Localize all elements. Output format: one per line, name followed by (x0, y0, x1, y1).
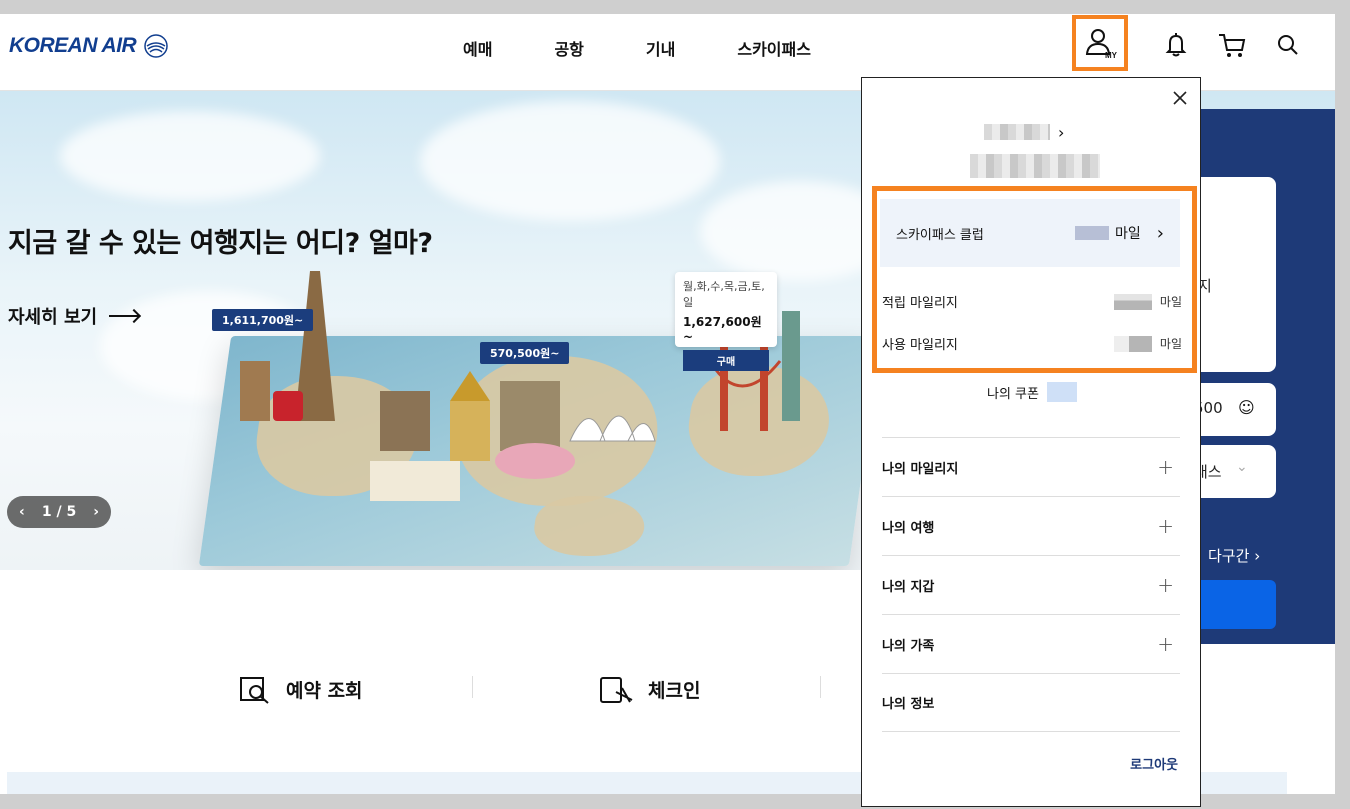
accordion-label: 나의 정보 (882, 697, 935, 712)
my-account-dropdown: › 스카이패스 클럽 마일 › 적립 마일리지 마일 사용 마일리지 마일 나의… (861, 77, 1201, 807)
club-miles-blurred (1075, 226, 1110, 240)
accordion-my-mileage[interactable]: 나의 마일리지 + (882, 437, 1180, 496)
hero-detail-link[interactable]: 자세히 보기 (8, 303, 140, 329)
nav-item-booking[interactable]: 예매 (463, 36, 492, 60)
plus-icon: + (1157, 573, 1174, 597)
accordion-my-family[interactable]: 나의 가족 + (882, 614, 1180, 673)
nav-item-airport[interactable]: 공항 (554, 36, 583, 60)
quick-menu-booking-lookup[interactable]: 예약 조회 (240, 674, 363, 704)
person-icon: ☺ (1238, 398, 1255, 417)
header-utility: MY (1072, 14, 1302, 76)
quick-menu-label: 체크인 (648, 679, 701, 702)
logo-text: KOREAN AIR (9, 34, 137, 57)
nav-item-inflight[interactable]: 기내 (646, 36, 675, 60)
skypass-club-value: 마일 › (1075, 223, 1164, 244)
chevron-right-icon: › (1254, 547, 1261, 565)
korean-air-logo[interactable]: KOREAN AIR (9, 32, 170, 60)
slider-pagination: ‹ 1 / 5 › (7, 496, 111, 528)
bell-icon[interactable] (1162, 31, 1190, 59)
used-mileage-unit: 마일 (1159, 337, 1182, 351)
accordion-my-info[interactable]: 나의 정보 (882, 673, 1180, 732)
accordion-label: 나의 지갑 (882, 579, 935, 595)
user-name-blurred[interactable] (984, 124, 1050, 140)
accordion-my-wallet[interactable]: 나의 지갑 + (882, 555, 1180, 614)
main-nav: 예매 공항 기내 스카이패스 (463, 36, 873, 60)
nav-item-skypass[interactable]: 스카이패스 (737, 36, 811, 60)
price-tag[interactable]: 570,500원~ (480, 342, 570, 364)
chevron-right-icon[interactable]: › (1058, 123, 1064, 142)
chevron-right-icon[interactable]: › (93, 504, 99, 520)
skypass-club-row[interactable]: 스카이패스 클럽 마일 › (880, 199, 1180, 267)
divider (472, 676, 473, 698)
checkin-icon (600, 677, 633, 703)
plus-icon: + (1157, 514, 1174, 538)
earned-mileage-row: 적립 마일리지 마일 (882, 292, 1182, 311)
sydney-opera-house-illustration (569, 415, 656, 442)
multi-city-link[interactable]: 다구간 › (1208, 545, 1260, 566)
quick-menu-checkin[interactable]: 체크인 (600, 674, 700, 704)
skypass-club-label: 스카이패스 클럽 (896, 227, 984, 243)
plus-icon: + (1157, 632, 1174, 656)
user-id-blurred (970, 154, 1100, 178)
arrow-right-icon (109, 315, 140, 317)
cloud (60, 111, 320, 201)
buy-button[interactable]: 구매 (683, 350, 769, 371)
club-miles-unit: 마일 (1115, 226, 1141, 242)
search-booking-icon (240, 677, 269, 704)
coupon-count-blurred (1046, 382, 1077, 402)
taeguk-logo-icon (144, 34, 168, 58)
hero-title: 지금 갈 수 있는 여행지는 어디? 얼마? (8, 228, 433, 259)
slider-total: 5 (66, 504, 77, 520)
plus-icon: + (1157, 455, 1174, 479)
chevron-left-icon[interactable]: ‹ (19, 504, 25, 520)
slider-counter: 1 / 5 (42, 504, 76, 520)
search-icon[interactable] (1274, 31, 1302, 59)
user-icon: MY (1085, 29, 1117, 60)
slider-current: 1 (41, 504, 52, 520)
accordion-label: 나의 가족 (882, 638, 935, 654)
multi-city-label: 다구간 (1208, 547, 1250, 565)
my-coupon-label: 나의 쿠폰 (987, 386, 1039, 402)
logout-button[interactable]: 로그아웃 (1130, 754, 1178, 773)
quick-menu-label: 예약 조회 (286, 679, 363, 702)
svg-text:MY: MY (1105, 51, 1117, 60)
accordion-label: 나의 여행 (882, 520, 935, 536)
price-card-days: 월,화,수,목,금,토,일 (683, 280, 765, 309)
landmarks-europe-illustration (240, 271, 335, 421)
cart-icon[interactable] (1218, 31, 1246, 59)
cloud (420, 101, 720, 221)
my-account-button[interactable]: MY (1072, 15, 1128, 71)
divider (820, 676, 821, 698)
chevron-down-icon: ⌄ (1236, 459, 1248, 475)
accordion-my-trips[interactable]: 나의 여행 + (882, 496, 1180, 555)
earned-mileage-unit: 마일 (1159, 295, 1182, 309)
used-mileage-blurred (1113, 335, 1152, 352)
my-coupon-row[interactable]: 나의 쿠폰 (987, 382, 1077, 402)
hero-detail-label: 자세히 보기 (8, 307, 98, 328)
accordion-label: 나의 마일리지 (882, 461, 959, 477)
price-card-amount: 1,627,600원~ (683, 315, 762, 344)
price-card: 월,화,수,목,금,토,일 1,627,600원~ 구매 (675, 272, 777, 371)
chevron-right-icon: › (1156, 222, 1164, 244)
used-mileage-label: 사용 마일리지 (882, 338, 958, 353)
earned-mileage-label: 적립 마일리지 (882, 296, 958, 311)
used-mileage-row: 사용 마일리지 마일 (882, 334, 1182, 353)
price-tag[interactable]: 1,611,700원~ (212, 309, 314, 331)
close-icon[interactable] (1172, 90, 1188, 106)
earned-mileage-blurred (1113, 293, 1152, 310)
slider-separator: / (56, 504, 62, 520)
